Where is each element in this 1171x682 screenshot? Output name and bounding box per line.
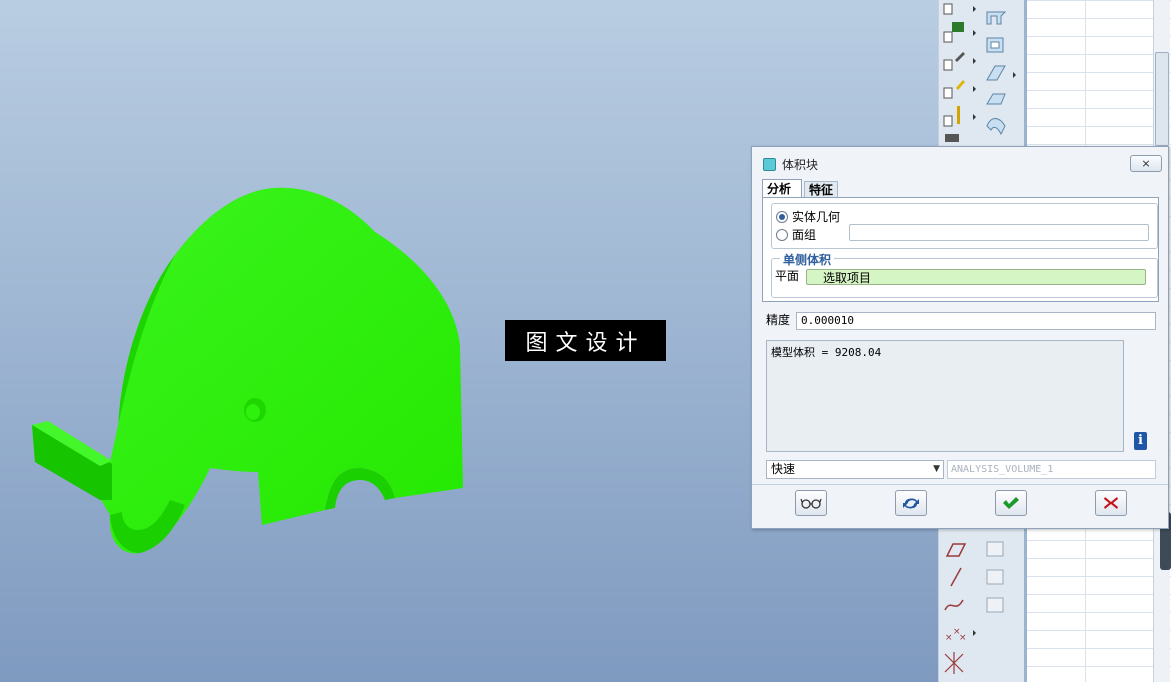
analysis-mode-value: 快速 [771,462,796,476]
svg-text:×: × [945,633,953,643]
radio-button-quilt[interactable] [776,228,788,241]
plane-label: 平面 [775,269,800,283]
watermark-label: 图文设计 [505,320,666,361]
checkmark-icon [1003,497,1019,509]
radio-button-solid[interactable] [776,210,788,223]
dialog-separator [752,484,1168,485]
scrollbar-thumb[interactable] [1155,52,1169,146]
precision-label: 精度 [766,313,791,327]
repeat-icon [903,498,919,509]
one-side-volume-group: 单侧体积 平面 选取项目 [771,251,1158,298]
plane-selector-field[interactable]: 选取项目 [806,269,1146,285]
dialog-title-bar[interactable]: 体积块 ⨯ [752,147,1168,177]
dialog-close-button[interactable]: ⨯ [1130,155,1162,172]
tab-analysis[interactable]: 分析 [762,179,802,198]
result-text-area: 模型体积 = 9208.04 [766,340,1124,452]
geometry-radio-group: 实体几何 面组 [771,203,1158,249]
svg-text:×: × [959,633,967,643]
glasses-icon [800,498,822,509]
repeat-button[interactable] [895,490,927,516]
radio-solid-label: 实体几何 [792,210,841,224]
precision-input[interactable]: 0.000010 [796,312,1156,330]
dropdown-arrow-icon: ▼ [933,464,940,474]
radio-solid-geometry[interactable]: 实体几何 [776,208,840,225]
analysis-name-input[interactable]: ANALYSIS_VOLUME_1 [947,460,1156,479]
close-icon [1104,497,1118,509]
radio-quilt[interactable]: 面组 [776,226,816,243]
dialog-app-icon [763,158,776,171]
radio-quilt-label: 面组 [792,228,817,242]
info-icon[interactable]: i [1134,432,1147,450]
analysis-mode-select[interactable]: 快速 ▼ [766,460,944,479]
one-side-volume-legend: 单侧体积 [780,251,835,268]
dialog-title: 体积块 [782,158,819,172]
analysis-tab-panel: 实体几何 面组 单侧体积 平面 选取项目 [762,197,1159,302]
cancel-button[interactable] [1095,490,1127,516]
ok-button[interactable] [995,490,1027,516]
volume-block-dialog: 体积块 ⨯ 分析 特征 实体几何 面组 单侧体积 平面 选取项目 精度 0.00… [751,146,1169,529]
tab-feature[interactable]: 特征 [804,181,838,198]
quilt-selector-field[interactable] [849,224,1149,241]
preview-button[interactable] [795,490,827,516]
